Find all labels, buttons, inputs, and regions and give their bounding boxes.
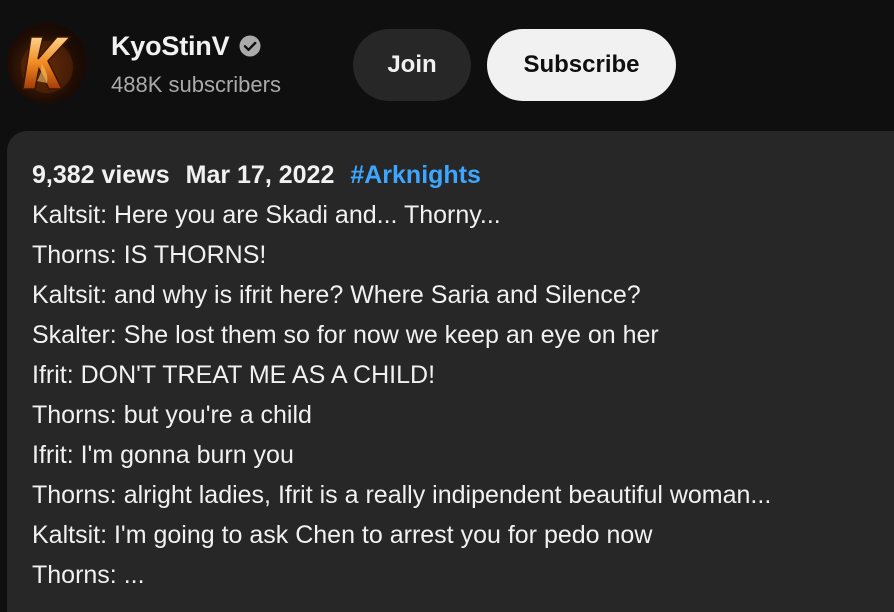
hashtag-link[interactable]: #Arknights <box>350 161 481 190</box>
k-flame-logo-icon <box>21 36 73 93</box>
upload-date: Mar 17, 2022 <box>185 160 335 189</box>
channel-avatar[interactable] <box>7 23 87 103</box>
channel-name[interactable]: KyoStinV <box>111 31 230 62</box>
channel-name-line: KyoStinV <box>111 28 281 64</box>
description-line: Ifrit: I'm gonna burn you <box>32 441 294 469</box>
channel-info: KyoStinV 488K subscribers <box>111 28 281 98</box>
subscriber-count: 488K subscribers <box>111 72 281 97</box>
description-line: Thorns: but you're a child <box>32 401 312 429</box>
description-line: Thorns: ... <box>32 561 145 589</box>
description-line: Thorns: alright ladies, Ifrit is a reall… <box>32 481 772 509</box>
subscribe-button[interactable]: Subscribe <box>487 29 676 101</box>
view-count: 9,382 views <box>32 160 170 189</box>
verified-check-icon <box>238 34 262 58</box>
channel-row: KyoStinV 488K subscribers Join Subscribe <box>0 0 894 128</box>
description-line: Skalter: She lost them so for now we kee… <box>32 321 659 349</box>
description-line: Thorns: IS THORNS! <box>32 241 267 269</box>
description-line: Ifrit: DON'T TREAT ME AS A CHILD! <box>32 361 436 389</box>
description-meta: 9,382 views Mar 17, 2022 #Arknights <box>32 158 481 192</box>
description-line: Kaltsit: and why is ifrit here? Where Sa… <box>32 281 641 309</box>
description-panel[interactable]: 9,382 views Mar 17, 2022 #Arknights Kalt… <box>7 131 894 612</box>
join-button[interactable]: Join <box>353 29 471 101</box>
description-text: Kaltsit: Here you are Skadi and... Thorn… <box>32 195 771 595</box>
watch-page: KyoStinV 488K subscribers Join Subscribe… <box>0 0 894 612</box>
description-line: Kaltsit: Here you are Skadi and... Thorn… <box>32 201 501 229</box>
description-line: Kaltsit: I'm going to ask Chen to arrest… <box>32 521 653 549</box>
